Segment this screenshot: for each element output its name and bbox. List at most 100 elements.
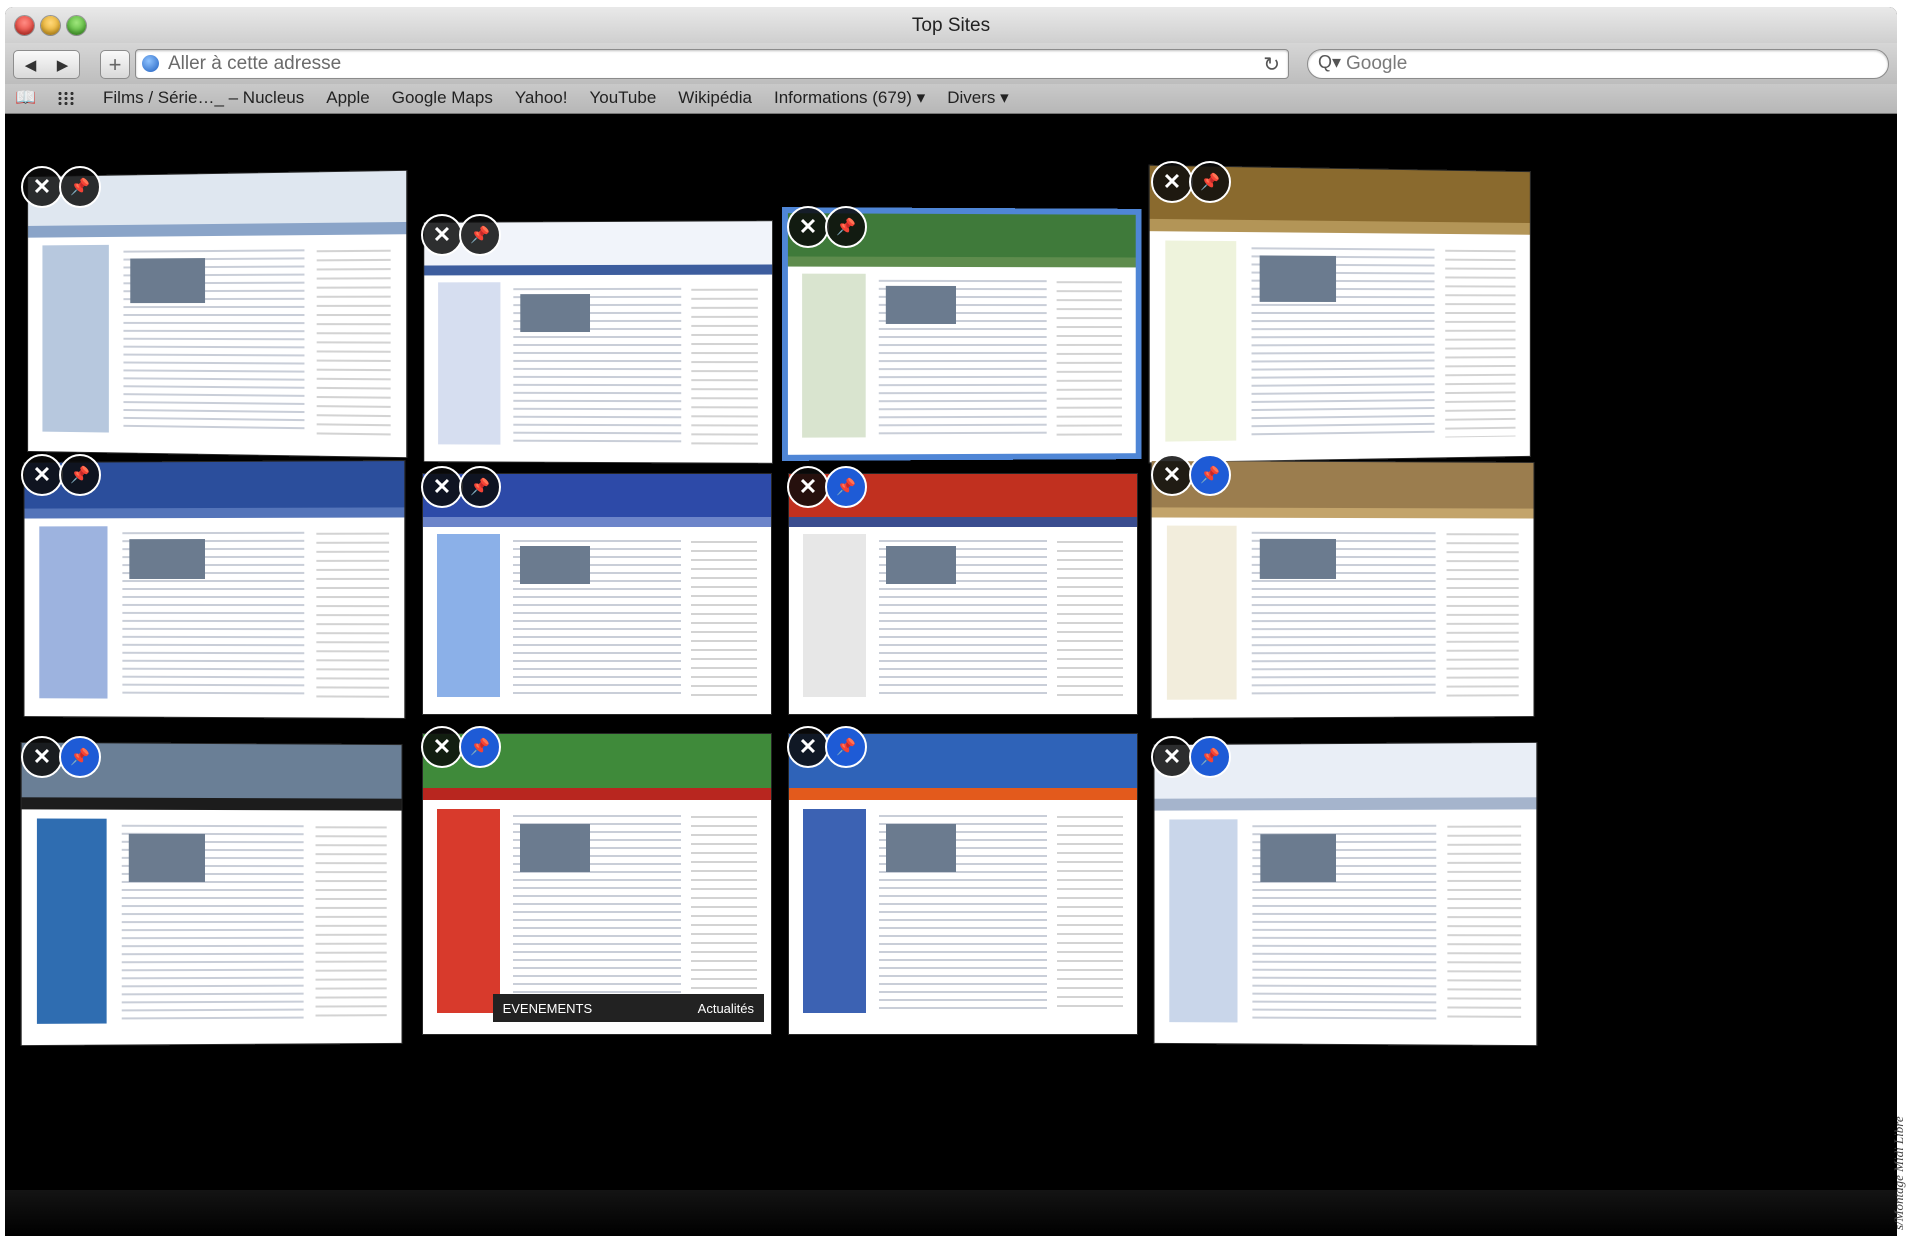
browser-window: Top Sites ◀ ▶ + ↻ Q▾ 📖 Films / Série…_ –…	[5, 7, 1897, 1236]
site-thumbnail[interactable]	[1150, 166, 1530, 463]
pin-site-icon[interactable]: 📌	[1189, 161, 1231, 203]
thumbnail-right-column	[1447, 526, 1519, 699]
site-thumbnail[interactable]	[25, 461, 405, 718]
photo-credit: s/Montage Midi Libre	[1891, 1080, 1905, 1230]
site-thumbnail[interactable]	[1152, 461, 1534, 718]
pin-site-icon[interactable]: 📌	[459, 214, 501, 256]
thumbnail-controls: ✕ 📌	[1151, 161, 1227, 203]
thumbnail-image	[886, 546, 956, 584]
forward-button[interactable]: ▶	[46, 50, 80, 79]
back-button[interactable]: ◀	[13, 50, 48, 79]
floor-reflection	[5, 1190, 1897, 1236]
thumbnail-controls: ✕ 📌	[421, 726, 497, 768]
thumbnail-right-column	[691, 534, 757, 697]
site-thumbnail[interactable]	[22, 743, 402, 1045]
site-thumbnail[interactable]	[423, 474, 771, 714]
thumbnail-right-column	[1057, 274, 1122, 437]
thumbnail-nav	[424, 265, 772, 276]
pin-site-icon[interactable]: 📌	[459, 466, 501, 508]
bookmark-folder[interactable]: Divers ▾	[947, 88, 1008, 108]
bookmarks-bar: 📖 Films / Série…_ – Nucleus Apple Google…	[5, 84, 1897, 114]
book-icon[interactable]: 📖	[15, 88, 36, 108]
evenements-bar: EVENEMENTS Actualités	[493, 994, 764, 1022]
thumbnail-sidebar	[802, 274, 865, 438]
search-bar[interactable]: Q▾	[1307, 49, 1889, 79]
thumbnail-controls: ✕ 📌	[1151, 736, 1227, 778]
thumbnail-controls: ✕ 📌	[21, 454, 97, 496]
remove-site-icon[interactable]: ✕	[421, 466, 463, 508]
bookmark-folder[interactable]: Informations (679) ▾	[774, 88, 925, 108]
remove-site-icon[interactable]: ✕	[21, 166, 63, 208]
thumbnail-nav	[22, 797, 402, 810]
site-thumbnail[interactable]	[788, 213, 1136, 455]
bookmark-item[interactable]: Apple	[326, 88, 369, 108]
thumbnail-controls: ✕ 📌	[787, 466, 863, 508]
thumbnail-sidebar	[803, 534, 866, 697]
remove-site-icon[interactable]: ✕	[787, 206, 829, 248]
pin-site-icon[interactable]: 📌	[59, 454, 101, 496]
pin-site-icon[interactable]: 📌	[1189, 454, 1231, 496]
pin-site-icon[interactable]: 📌	[825, 726, 867, 768]
thumbnail-sidebar	[37, 818, 106, 1023]
bookmarks-list: Films / Série…_ – Nucleus Apple Google M…	[103, 88, 1031, 108]
address-bar[interactable]: ↻	[135, 49, 1289, 79]
thumbnail-image	[1260, 255, 1337, 302]
remove-site-icon[interactable]: ✕	[1151, 736, 1193, 778]
thumbnail-right-column	[1445, 242, 1515, 437]
top-sites-grid-icon[interactable]	[57, 91, 75, 105]
thumbnail-sidebar	[437, 809, 500, 1013]
remove-site-icon[interactable]: ✕	[21, 736, 63, 778]
actualites-label: Actualités	[698, 1001, 754, 1016]
thumbnail-nav	[788, 257, 1136, 268]
thumbnail-sidebar	[39, 526, 107, 699]
pin-site-icon[interactable]: 📌	[825, 466, 867, 508]
address-input[interactable]	[166, 51, 1250, 77]
remove-site-icon[interactable]: ✕	[787, 726, 829, 768]
thumbnail-right-column	[1447, 818, 1520, 1023]
search-icon[interactable]: Q▾	[1318, 52, 1341, 73]
bookmark-item[interactable]: Wikipédia	[678, 88, 752, 108]
thumbnail-image	[129, 834, 205, 882]
site-thumbnail[interactable]: EVENEMENTS Actualités	[423, 734, 771, 1034]
thumbnail-nav	[789, 517, 1137, 527]
bookmark-item[interactable]: Google Maps	[392, 88, 493, 108]
remove-site-icon[interactable]: ✕	[1151, 161, 1193, 203]
pin-site-icon[interactable]: 📌	[59, 166, 101, 208]
remove-site-icon[interactable]: ✕	[421, 214, 463, 256]
bookmark-item[interactable]: YouTube	[589, 88, 656, 108]
site-thumbnail[interactable]	[789, 734, 1137, 1034]
add-bookmark-button[interactable]: +	[100, 50, 130, 79]
toolbar: ◀ ▶ + ↻ Q▾	[5, 43, 1897, 84]
window-title: Top Sites	[5, 15, 1897, 37]
site-thumbnail[interactable]	[28, 171, 406, 457]
site-thumbnail[interactable]	[789, 474, 1137, 714]
globe-icon	[142, 55, 159, 72]
pin-site-icon[interactable]: 📌	[1189, 736, 1231, 778]
thumbnail-right-column	[691, 282, 758, 446]
thumbnail-nav	[1152, 507, 1534, 518]
pin-site-icon[interactable]: 📌	[459, 726, 501, 768]
remove-site-icon[interactable]: ✕	[787, 466, 829, 508]
thumbnail-nav	[423, 788, 771, 800]
site-thumbnail[interactable]	[1155, 743, 1537, 1045]
thumbnail-controls: ✕ 📌	[421, 466, 497, 508]
remove-site-icon[interactable]: ✕	[421, 726, 463, 768]
reload-icon[interactable]: ↻	[1263, 52, 1280, 77]
thumbnail-image	[521, 294, 590, 332]
search-input[interactable]	[1344, 51, 1868, 77]
thumbnail-sidebar	[438, 282, 500, 445]
thumbnail-image	[130, 539, 206, 580]
remove-site-icon[interactable]: ✕	[1151, 454, 1193, 496]
remove-site-icon[interactable]: ✕	[21, 454, 63, 496]
site-thumbnail[interactable]	[424, 221, 772, 463]
bookmark-item[interactable]: Films / Série…_ – Nucleus	[103, 88, 304, 108]
thumbnail-image	[1260, 538, 1337, 579]
pin-site-icon[interactable]: 📌	[825, 206, 867, 248]
pin-site-icon[interactable]: 📌	[59, 736, 101, 778]
thumbnail-image	[520, 546, 590, 584]
thumbnail-sidebar	[803, 809, 866, 1013]
thumbnail-sidebar	[437, 534, 500, 697]
thumbnail-image	[886, 286, 956, 325]
bookmark-item[interactable]: Yahoo!	[515, 88, 568, 108]
thumbnail-image	[1260, 834, 1336, 882]
